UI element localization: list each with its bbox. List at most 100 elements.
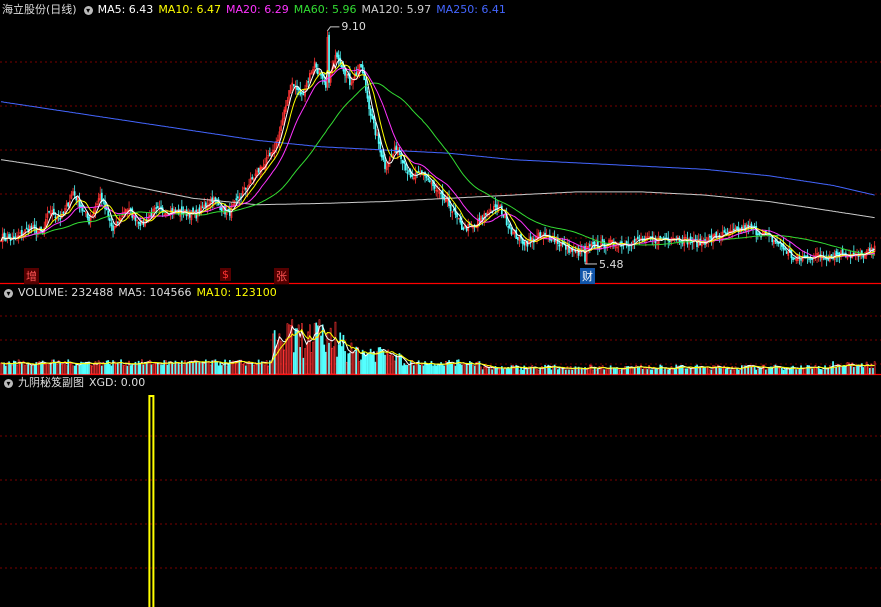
volume-bar — [571, 369, 574, 375]
volume-bar — [48, 364, 50, 375]
volume-bar — [592, 369, 594, 375]
volume-bar — [24, 365, 26, 375]
volume-bar — [726, 368, 729, 375]
volume-bar — [368, 352, 370, 375]
volume-bar — [697, 367, 700, 375]
collapse-icon[interactable]: ▾ — [4, 378, 13, 388]
candle-body — [292, 84, 295, 87]
volume-bar — [724, 369, 727, 375]
volume-bar — [862, 367, 865, 375]
volume-bar — [123, 365, 126, 375]
volume-bar — [684, 368, 687, 375]
volume-bar — [556, 369, 559, 375]
volume-bar — [203, 362, 206, 375]
volume-bar — [224, 359, 226, 375]
volume-bar — [406, 364, 409, 375]
volume-bar — [873, 361, 876, 375]
candle-body — [235, 198, 238, 200]
volume-bar — [777, 367, 780, 375]
candle-body — [785, 251, 788, 254]
volume-bar — [305, 342, 308, 375]
candle-body — [756, 233, 759, 236]
candle-body — [300, 92, 303, 94]
volume-bar — [152, 364, 154, 375]
candle-body — [315, 63, 318, 68]
volume-bar — [707, 366, 710, 375]
volume-bar — [811, 368, 814, 375]
volume-bar — [758, 367, 761, 375]
event-marker-zeng[interactable]: 增 — [24, 268, 39, 284]
volume-bar — [443, 365, 446, 375]
volume-bar — [344, 351, 346, 375]
ma120-label: MA120: 5.97 — [361, 3, 432, 16]
candle-body — [192, 207, 194, 214]
volume-bar — [380, 349, 383, 375]
collapse-icon[interactable]: ▾ — [4, 288, 13, 298]
volume-bar — [764, 369, 767, 375]
volume-bar — [133, 363, 135, 375]
volume-bar — [44, 364, 47, 375]
volume-bar — [313, 323, 316, 375]
candle-body — [723, 230, 726, 233]
volume-bar — [117, 363, 119, 375]
volume-bar — [800, 365, 802, 375]
volume-bar — [296, 328, 298, 375]
volume-bar — [379, 347, 382, 375]
candle-body — [109, 218, 111, 221]
volume-bar — [729, 369, 732, 375]
volume-bar — [683, 368, 686, 375]
volume-bar — [352, 351, 354, 375]
volume-bar — [158, 364, 161, 375]
volume-bar — [649, 369, 652, 375]
candle-body — [205, 202, 207, 207]
volume-bar — [859, 366, 862, 375]
volume-bar — [19, 363, 22, 375]
candle-body — [340, 64, 343, 68]
candle-body — [73, 191, 76, 196]
volume-bar — [608, 367, 610, 375]
candle-body — [307, 81, 310, 83]
candle-body — [395, 145, 398, 153]
candle-body — [67, 202, 70, 207]
collapse-icon[interactable]: ▾ — [83, 5, 93, 15]
candle-body — [401, 159, 404, 163]
volume-bar — [521, 369, 524, 375]
volume-bar — [664, 368, 666, 375]
event-marker-zhang[interactable]: 张 — [274, 268, 289, 284]
volume-bar — [612, 368, 615, 375]
volume-bar — [182, 364, 185, 375]
price-header: 海立股份(日线) ▾ MA5: 6.43 MA10: 6.47 MA20: 6.29 MA… — [2, 3, 511, 17]
volume-bar — [286, 323, 289, 375]
volume-bar — [596, 368, 599, 375]
event-marker-cai[interactable]: 财 — [580, 268, 595, 284]
volume-bar — [545, 366, 548, 375]
volume-bar — [420, 363, 423, 375]
volume-label: VOLUME: 232488 — [18, 286, 114, 299]
volume-bar — [16, 364, 18, 375]
volume-bar — [11, 364, 14, 375]
volume-bar — [56, 364, 58, 375]
volume-bar — [576, 368, 578, 375]
volume-bar — [518, 369, 521, 375]
event-marker-dollar[interactable]: $ — [220, 268, 231, 281]
xgd-value: XGD: 0.00 — [89, 376, 146, 389]
candle-body — [251, 177, 254, 180]
volume-bar — [467, 365, 470, 375]
candle-body — [668, 240, 671, 243]
candle-body — [382, 154, 385, 160]
volume-bar — [736, 367, 738, 375]
volume-bar — [820, 369, 823, 375]
volume-bar — [555, 367, 558, 375]
volume-bar — [160, 364, 162, 375]
volume-bar — [833, 366, 836, 375]
candle-body — [384, 160, 386, 169]
volume-bar — [246, 362, 249, 375]
indicator-title: 九阴秘笈副图 — [18, 376, 84, 389]
volume-bar — [3, 362, 6, 375]
volume-bar — [667, 369, 670, 375]
volume-bar — [662, 369, 665, 375]
volume-bar — [179, 364, 182, 375]
candle-body — [379, 141, 382, 153]
volume-bar — [846, 362, 849, 375]
volume-bar — [197, 362, 199, 375]
